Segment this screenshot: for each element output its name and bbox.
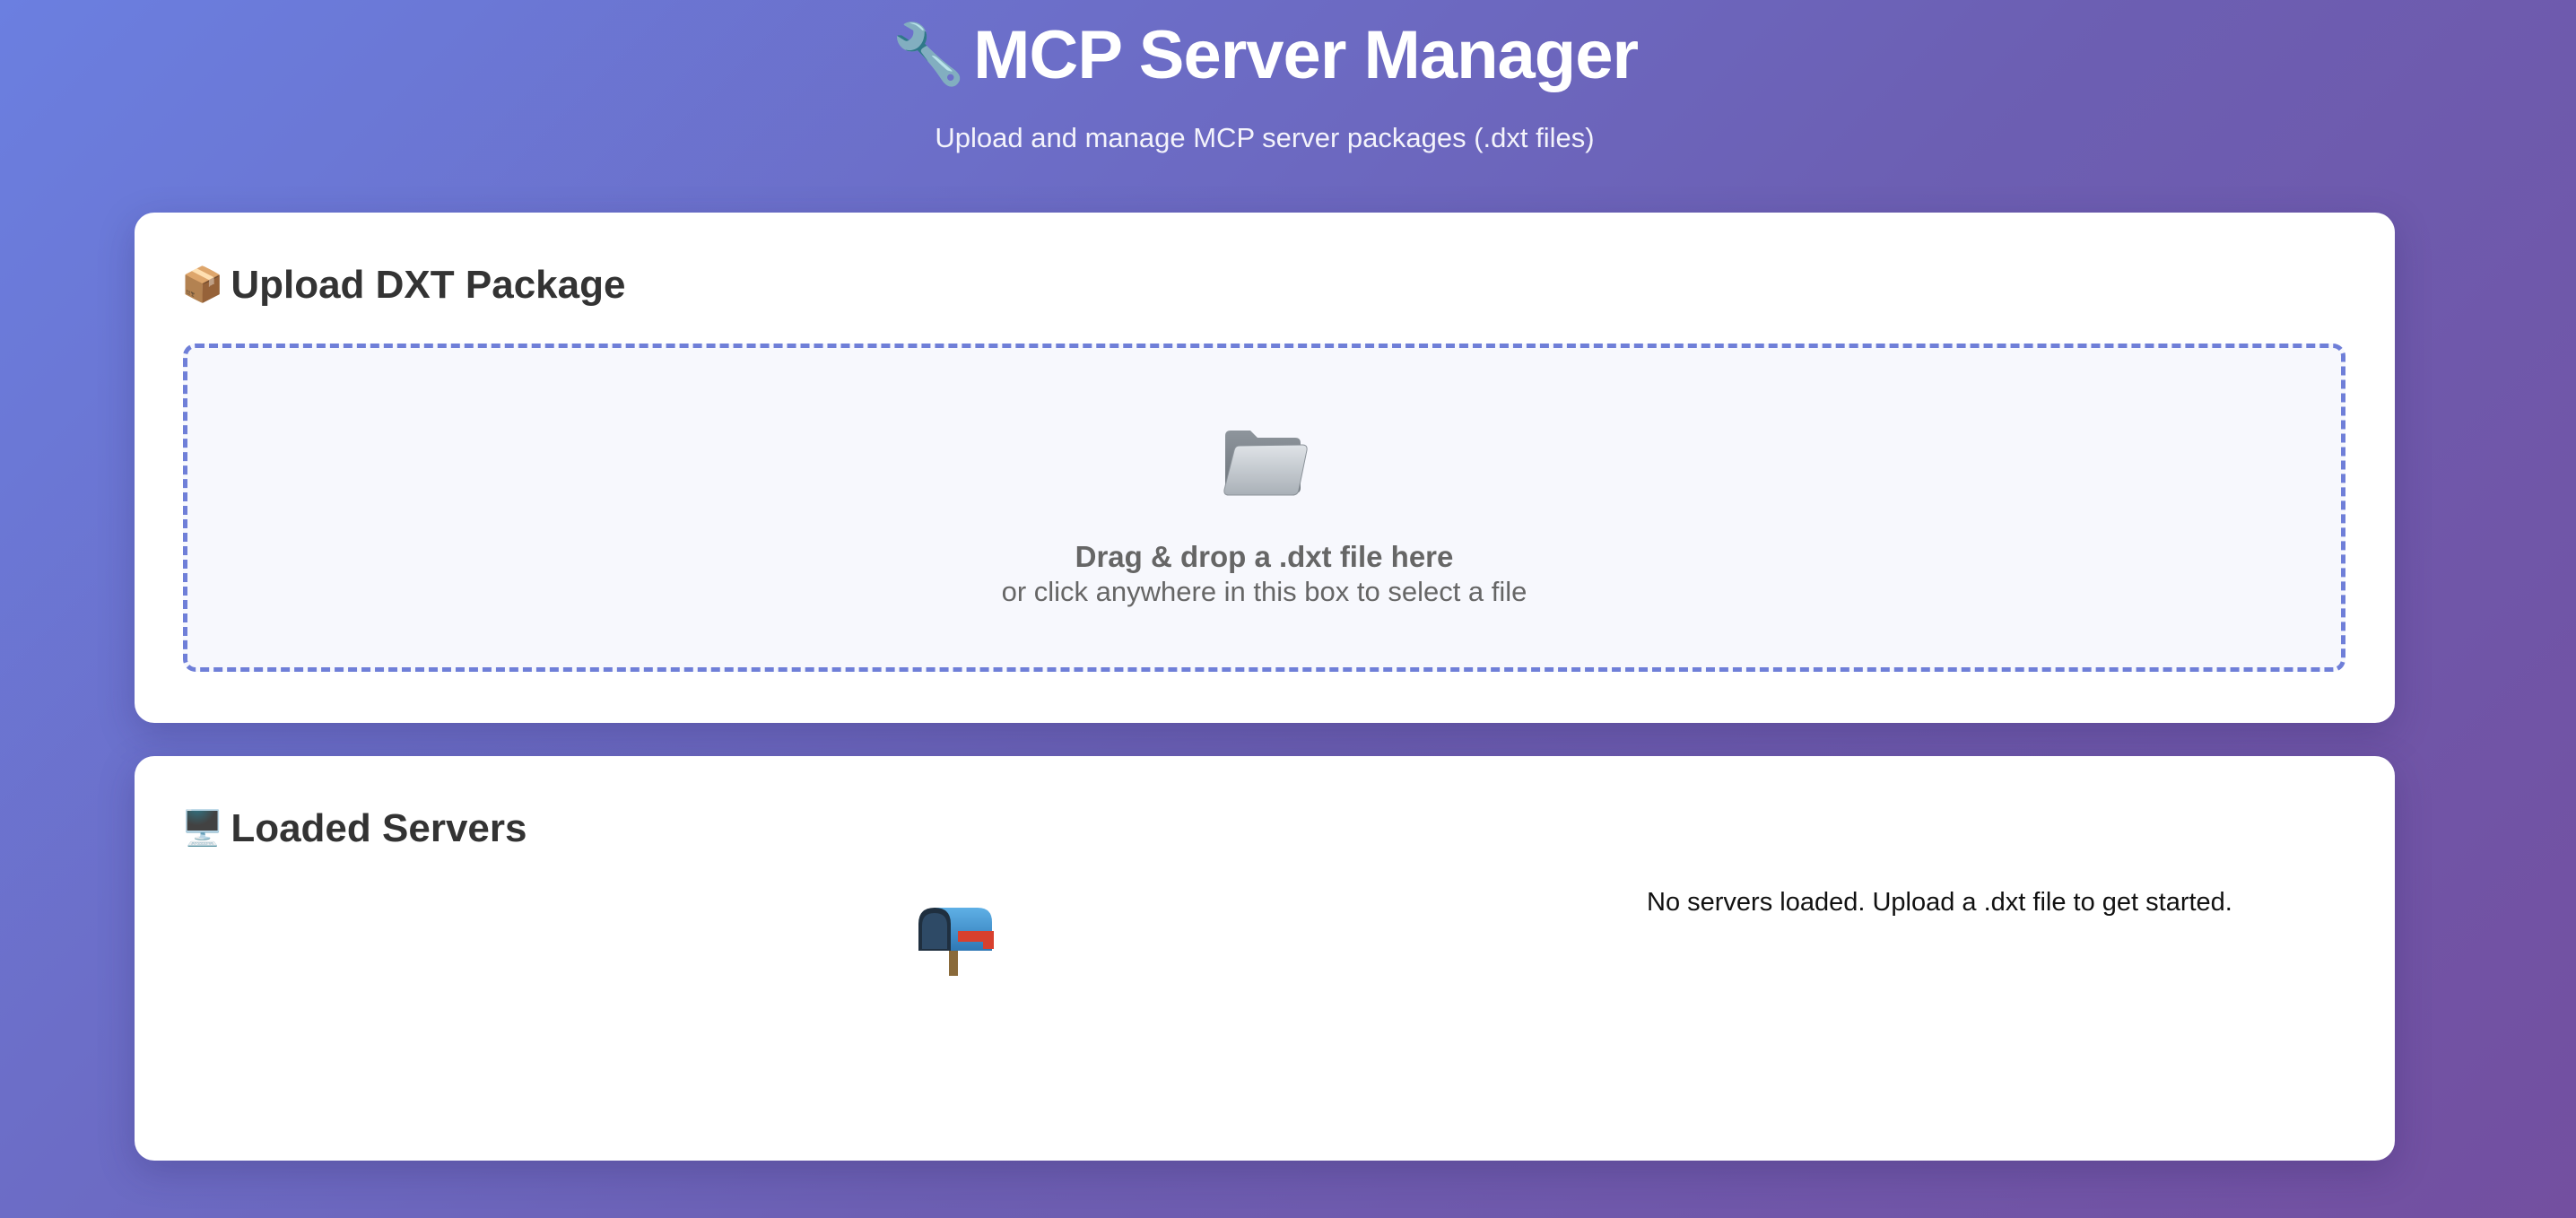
drop-zone-secondary-text: or click anywhere in this box to select …	[1001, 576, 1527, 607]
servers-section-title-text: Loaded Servers	[231, 806, 527, 850]
file-drop-zone[interactable]: Drag & drop a .dxt file here or click an…	[183, 344, 2345, 672]
package-icon: 📦	[181, 266, 224, 304]
upload-section-title: 📦 Upload DXT Package	[181, 262, 625, 309]
drop-zone-primary-text: Drag & drop a .dxt file here	[1075, 540, 1454, 573]
empty-state-text: No servers loaded. Upload a .dxt file to…	[1647, 888, 2232, 917]
page-subtitle: Upload and manage MCP server packages (.…	[935, 122, 1595, 153]
folder-icon	[1223, 431, 1308, 496]
servers-section-title: 🖥️ Loaded Servers	[181, 805, 527, 852]
upload-card: 📦 Upload DXT Package Drag & drop a .dxt f…	[135, 213, 2395, 723]
mailbox-icon	[918, 908, 994, 976]
page-title-text: MCP Server Manager	[973, 17, 1639, 93]
page-header: 🔧 MCP Server Manager Upload and manage MC…	[0, 0, 2529, 154]
wrench-icon: 🔧	[891, 21, 965, 87]
monitor-icon: 🖥️	[181, 810, 224, 848]
upload-section-title-text: Upload DXT Package	[231, 263, 626, 307]
servers-card: 🖥️ Loaded Servers No servers loaded. Uplo…	[135, 756, 2395, 1161]
page-title: 🔧 MCP Server Manager	[0, 0, 2529, 93]
